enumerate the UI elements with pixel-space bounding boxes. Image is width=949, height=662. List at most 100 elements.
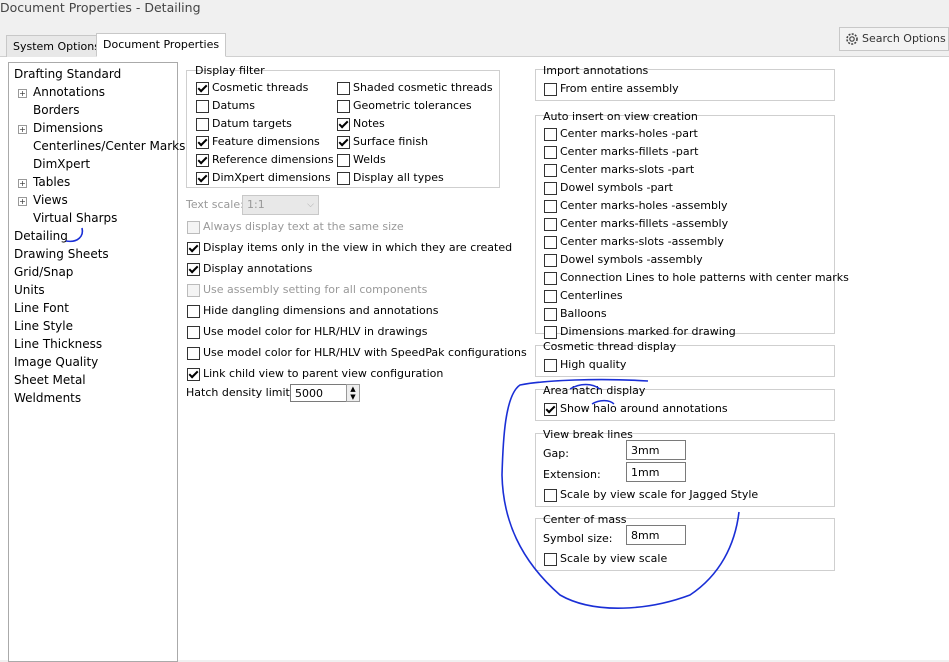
import-0-label: From entire assembly — [560, 82, 679, 95]
df-right-2-checkbox[interactable] — [337, 118, 350, 131]
df-left-5-label: DimXpert dimensions — [212, 171, 331, 184]
option-0-label: Always display text at the same size — [203, 220, 404, 233]
auto-insert-7-checkbox[interactable] — [544, 254, 557, 267]
auto-insert-3-checkbox[interactable] — [544, 182, 557, 195]
df-left-3-label: Feature dimensions — [212, 135, 320, 148]
auto-insert-10-checkbox[interactable] — [544, 308, 557, 321]
option-0-checkbox — [187, 221, 200, 234]
expand-icon[interactable]: + — [18, 89, 27, 98]
tree-item-weldments[interactable]: Weldments — [14, 391, 81, 405]
option-7-checkbox[interactable] — [187, 368, 200, 381]
auto-insert-6-checkbox[interactable] — [544, 236, 557, 249]
df-right-1-checkbox[interactable] — [337, 100, 350, 113]
com-0-checkbox[interactable] — [544, 553, 557, 566]
gap-input[interactable]: 3mm — [626, 440, 686, 460]
auto-insert-2-checkbox[interactable] — [544, 164, 557, 177]
gap-label: Gap: — [543, 447, 569, 460]
auto-insert-0-checkbox[interactable] — [544, 128, 557, 141]
tree-item-sheet-metal[interactable]: Sheet Metal — [14, 373, 86, 387]
hatch-0-checkbox[interactable] — [544, 403, 557, 416]
auto-insert-10-label: Balloons — [560, 307, 607, 320]
option-7-label: Link child view to parent view configura… — [203, 367, 444, 380]
tree-item-borders[interactable]: Borders — [33, 103, 79, 117]
auto-insert-group: Auto insert on view creation Center mark… — [535, 110, 849, 339]
hatch-density-spinner[interactable]: ▲ ▼ — [346, 384, 360, 402]
df-left-4-checkbox[interactable] — [196, 154, 209, 167]
auto-insert-title: Auto insert on view creation — [543, 110, 698, 123]
tree-item-annotations[interactable]: Annotations — [33, 85, 105, 99]
tree-item-line-style[interactable]: Line Style — [14, 319, 73, 333]
import-0-checkbox[interactable] — [544, 83, 557, 96]
tree-item-units[interactable]: Units — [14, 283, 45, 297]
auto-insert-9-checkbox[interactable] — [544, 290, 557, 303]
tree-item-image-quality[interactable]: Image Quality — [14, 355, 98, 369]
auto-insert-9-label: Centerlines — [560, 289, 623, 302]
df-right-0-checkbox[interactable] — [337, 82, 350, 95]
expand-icon[interactable]: + — [18, 197, 27, 206]
spin-up-icon[interactable]: ▲ — [347, 385, 359, 393]
import-annotations-title: Import annotations — [543, 64, 649, 77]
auto-insert-7-label: Dowel symbols -assembly — [560, 253, 703, 266]
tree-item-virtual-sharps[interactable]: Virtual Sharps — [33, 211, 117, 225]
auto-insert-5-checkbox[interactable] — [544, 218, 557, 231]
search-options-label: Search Options — [862, 32, 946, 45]
tree-item-tables[interactable]: Tables — [33, 175, 70, 189]
auto-insert-1-checkbox[interactable] — [544, 146, 557, 159]
vbl-0-checkbox[interactable] — [544, 489, 557, 502]
tree-item-line-thickness[interactable]: Line Thickness — [14, 337, 102, 351]
df-left-5-checkbox[interactable] — [196, 172, 209, 185]
df-left-4-label: Reference dimensions — [212, 153, 334, 166]
df-left-0-checkbox[interactable] — [196, 82, 209, 95]
option-4-label: Hide dangling dimensions and annotations — [203, 304, 439, 317]
tree-item-grid-snap[interactable]: Grid/Snap — [14, 265, 73, 279]
tab-bar: System Options Document Properties — [0, 33, 949, 58]
option-5-checkbox[interactable] — [187, 326, 200, 339]
window-title: Document Properties - Detailing — [0, 0, 201, 15]
option-1-checkbox[interactable] — [187, 242, 200, 255]
auto-insert-11-checkbox[interactable] — [544, 326, 557, 339]
tree-item-dimensions[interactable]: Dimensions — [33, 121, 103, 135]
hatch-density-label: Hatch density limit: — [186, 386, 294, 399]
tab-document-properties[interactable]: Document Properties — [96, 33, 227, 57]
symbol-size-input[interactable]: 8mm — [626, 525, 686, 545]
hatch-density-input[interactable]: 5000 — [290, 384, 347, 402]
tree-item-detailing[interactable]: Detailing — [14, 229, 68, 243]
hatch-0-label: Show halo around annotations — [560, 402, 728, 415]
extension-input[interactable]: 1mm — [626, 462, 686, 482]
tree-item-drawing-sheets[interactable]: Drawing Sheets — [14, 247, 109, 261]
view-break-lines-group: View break lines Gap: 3mm Extension: 1mm… — [535, 428, 835, 507]
tree-item-drafting-standard[interactable]: Drafting Standard — [14, 67, 121, 81]
text-scale-select[interactable]: 1:1 ⌵ — [242, 195, 319, 215]
com-0-label: Scale by view scale — [560, 552, 668, 565]
tree-item-dimxpert[interactable]: DimXpert — [33, 157, 90, 171]
df-right-0-label: Shaded cosmetic threads — [353, 81, 493, 94]
expand-icon[interactable]: + — [18, 125, 27, 134]
auto-insert-4-checkbox[interactable] — [544, 200, 557, 213]
tree-item-line-font[interactable]: Line Font — [14, 301, 69, 315]
cosmetic-0-checkbox[interactable] — [544, 359, 557, 372]
df-left-3-checkbox[interactable] — [196, 136, 209, 149]
option-6-checkbox[interactable] — [187, 347, 200, 360]
main-panel: Drafting Standard + Annotations Borders + Dim… — [0, 57, 949, 662]
auto-insert-8-checkbox[interactable] — [544, 272, 557, 285]
center-of-mass-group: Center of mass Symbol size: 8mm Scale by… — [535, 513, 835, 571]
option-2-checkbox[interactable] — [187, 263, 200, 276]
df-left-2-checkbox[interactable] — [196, 118, 209, 131]
spin-down-icon[interactable]: ▼ — [347, 393, 359, 401]
options-tree: Drafting Standard + Annotations Borders + Dim… — [8, 62, 185, 662]
chevron-down-icon: ⌵ — [307, 200, 314, 210]
display-filter-group: Display filter Cosmetic threads Datums Dat… — [186, 64, 500, 188]
text-scale-label: Text scale: — [186, 198, 244, 211]
tree-item-views[interactable]: Views — [33, 193, 68, 207]
df-left-1-label: Datums — [212, 99, 255, 112]
tab-system-options[interactable]: System Options — [6, 35, 107, 58]
auto-insert-0-label: Center marks-holes -part — [560, 127, 698, 140]
option-4-checkbox[interactable] — [187, 305, 200, 318]
search-options-button[interactable]: Search Options — [839, 27, 949, 51]
expand-icon[interactable]: + — [18, 179, 27, 188]
df-right-5-checkbox[interactable] — [337, 172, 350, 185]
tree-item-centerlines-center-marks[interactable]: Centerlines/Center Marks — [33, 139, 185, 153]
df-right-4-checkbox[interactable] — [337, 154, 350, 167]
df-right-3-checkbox[interactable] — [337, 136, 350, 149]
df-left-1-checkbox[interactable] — [196, 100, 209, 113]
